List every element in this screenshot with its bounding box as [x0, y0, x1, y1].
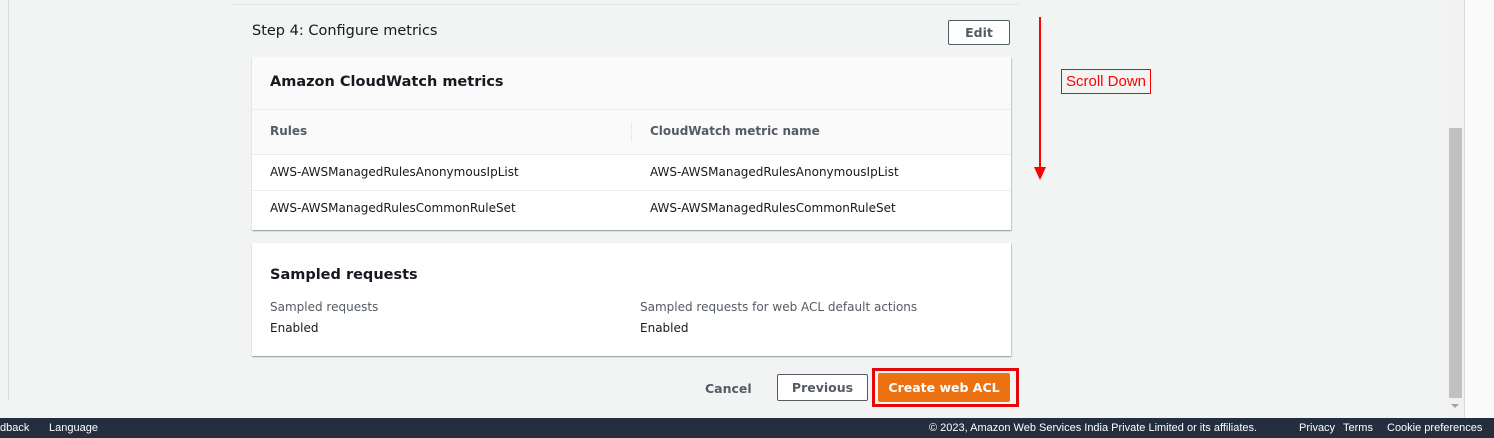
default-actions-label: Sampled requests for web ACL default act…: [640, 300, 918, 314]
footer-terms-link[interactable]: Terms: [1343, 422, 1373, 434]
arrow-down-icon: [1034, 167, 1046, 180]
column-header-metric-name[interactable]: CloudWatch metric name: [650, 124, 820, 138]
highlight-box: [872, 368, 1019, 407]
cancel-button[interactable]: Cancel: [705, 381, 752, 396]
step-title: Step 4: Configure metrics: [252, 23, 438, 39]
sampled-requests-label: Sampled requests: [270, 300, 379, 314]
cloudwatch-metrics-card: Amazon CloudWatch metrics Rules CloudWat…: [252, 57, 1011, 230]
cloudwatch-metrics-title: Amazon CloudWatch metrics: [270, 74, 504, 90]
main-content: Step 4: Configure metrics Edit Amazon Cl…: [0, 0, 1494, 418]
footer-language-link[interactable]: Language: [49, 422, 98, 434]
right-panel-edge: [1464, 0, 1494, 418]
footer: dback Language © 2023, Amazon Web Servic…: [0, 418, 1494, 438]
footer-feedback-link[interactable]: dback: [0, 422, 29, 434]
edit-button[interactable]: Edit: [948, 20, 1010, 45]
table-row: AWS-AWSManagedRulesAnonymousIpList AWS-A…: [252, 155, 1011, 191]
default-actions-value: Enabled: [640, 321, 689, 335]
rule-name-cell: AWS-AWSManagedRulesAnonymousIpList: [270, 165, 519, 179]
left-border: [8, 0, 9, 400]
scroll-down-icon[interactable]: [1451, 404, 1459, 408]
metric-name-cell: AWS-AWSManagedRulesCommonRuleSet: [650, 201, 896, 215]
sampled-requests-value: Enabled: [270, 321, 319, 335]
vertical-scrollbar[interactable]: [1447, 0, 1464, 418]
table-row: AWS-AWSManagedRulesCommonRuleSet AWS-AWS…: [252, 191, 1011, 226]
scroll-down-annotation: Scroll Down: [1061, 69, 1152, 94]
column-divider[interactable]: [631, 122, 632, 142]
footer-privacy-link[interactable]: Privacy: [1299, 422, 1335, 434]
previous-button[interactable]: Previous: [777, 374, 868, 401]
rule-name-cell: AWS-AWSManagedRulesCommonRuleSet: [270, 201, 516, 215]
card-header: Amazon CloudWatch metrics: [252, 57, 1011, 110]
table-header: Rules CloudWatch metric name: [252, 110, 1011, 155]
sampled-requests-title: Sampled requests: [270, 267, 418, 283]
scrollbar-thumb[interactable]: [1449, 128, 1462, 398]
footer-cookie-preferences-link[interactable]: Cookie preferences: [1387, 422, 1482, 434]
metric-name-cell: AWS-AWSManagedRulesAnonymousIpList: [650, 165, 899, 179]
footer-copyright: © 2023, Amazon Web Services India Privat…: [929, 422, 1258, 434]
sampled-requests-card: Sampled requests Sampled requests Enable…: [252, 243, 1011, 356]
scroll-arrow-line: [1039, 17, 1041, 169]
column-header-rules[interactable]: Rules: [270, 124, 307, 138]
previous-section-edge: [233, 0, 1019, 5]
